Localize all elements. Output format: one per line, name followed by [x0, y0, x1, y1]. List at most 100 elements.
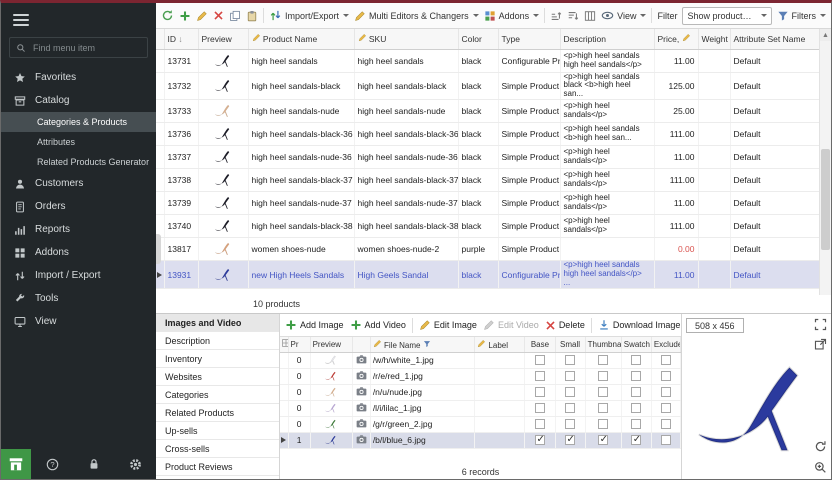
- tab-images-and-video[interactable]: Images and Video: [156, 314, 279, 332]
- small-checkbox[interactable]: [565, 419, 575, 429]
- exclude-checkbox[interactable]: [661, 355, 671, 365]
- column-header[interactable]: Thumbna: [585, 337, 621, 352]
- expand-icon[interactable]: [814, 318, 827, 331]
- sidebar-search-input[interactable]: [31, 42, 141, 54]
- zoom-icon[interactable]: [814, 461, 827, 474]
- base-checkbox[interactable]: [535, 403, 545, 413]
- small-checkbox[interactable]: [565, 371, 575, 381]
- column-header[interactable]: Product Name: [248, 29, 354, 49]
- copy-button[interactable]: [229, 10, 241, 22]
- column-header[interactable]: ID ↓: [164, 29, 198, 49]
- sidebar-item-related-products-generator[interactable]: Related Products Generator: [1, 152, 156, 172]
- scroll-up-arrow[interactable]: ▲: [820, 29, 831, 41]
- delete-product-button[interactable]: [213, 10, 224, 21]
- base-checkbox[interactable]: [535, 435, 545, 445]
- column-header[interactable]: Weight: [698, 29, 730, 49]
- vertical-scrollbar[interactable]: ▲: [819, 29, 831, 295]
- tab-categories[interactable]: Categories: [156, 386, 279, 404]
- download-image-button[interactable]: Download Image: [598, 319, 681, 331]
- column-header[interactable]: Swatch: [621, 337, 651, 352]
- sort-asc-button[interactable]: [550, 10, 562, 22]
- tab-related-products[interactable]: Related Products: [156, 404, 279, 422]
- delete-image-button[interactable]: Delete: [545, 320, 585, 331]
- image-row[interactable]: 1 /b/l/blue_6.jpg: [280, 432, 681, 448]
- image-row[interactable]: 0 /n/u/nude.jpg: [280, 384, 681, 400]
- tab-cross-sells[interactable]: Cross-sells: [156, 440, 279, 458]
- column-header[interactable]: File Name: [370, 337, 474, 352]
- sidebar-item-customers[interactable]: Customers: [1, 172, 156, 195]
- row-expander[interactable]: [156, 169, 164, 192]
- row-expander[interactable]: [156, 192, 164, 215]
- base-checkbox[interactable]: [535, 355, 545, 365]
- exclude-checkbox[interactable]: [661, 435, 671, 445]
- tab-up-sells[interactable]: Up-sells: [156, 422, 279, 440]
- gear-icon[interactable]: [129, 458, 142, 471]
- sidebar-item-favorites[interactable]: Favorites: [1, 66, 156, 89]
- row-expander[interactable]: [280, 368, 288, 384]
- row-expander[interactable]: [280, 352, 288, 368]
- column-header[interactable]: Type: [498, 29, 560, 49]
- column-header[interactable]: Label: [475, 337, 525, 352]
- sidebar-item-categories-products[interactable]: Categories & Products: [1, 112, 156, 132]
- thumbnail-checkbox[interactable]: [598, 355, 608, 365]
- sidebar-item-addons[interactable]: Addons: [1, 241, 156, 264]
- add-video-button[interactable]: Add Video: [350, 319, 406, 331]
- column-header[interactable]: [156, 29, 164, 49]
- sidebar-item-tools[interactable]: Tools: [1, 287, 156, 310]
- small-checkbox[interactable]: [565, 403, 575, 413]
- thumbnail-checkbox[interactable]: [598, 387, 608, 397]
- small-checkbox[interactable]: [565, 387, 575, 397]
- column-header[interactable]: Base: [525, 337, 555, 352]
- tab-inventory[interactable]: Inventory: [156, 350, 279, 368]
- sidebar-item-reports[interactable]: Reports: [1, 218, 156, 241]
- image-row[interactable]: 0 /g/r/green_2.jpg: [280, 416, 681, 432]
- tab-product-reviews[interactable]: Product Reviews: [156, 458, 279, 476]
- columns-button[interactable]: [584, 10, 596, 22]
- edit-product-button[interactable]: [196, 10, 208, 22]
- thumbnail-checkbox[interactable]: [598, 419, 608, 429]
- row-expander[interactable]: [280, 400, 288, 416]
- filters-menu[interactable]: Filters: [777, 10, 827, 22]
- category-filter-select[interactable]: Show products from selected categories: [682, 7, 771, 25]
- swatch-checkbox[interactable]: [631, 419, 641, 429]
- splitter-grip[interactable]: [156, 234, 161, 264]
- column-header[interactable]: [352, 337, 370, 352]
- column-header[interactable]: Pr: [288, 337, 310, 352]
- swatch-checkbox[interactable]: [631, 387, 641, 397]
- product-row[interactable]: 13738 high heel sandals-black-37high hee…: [156, 169, 819, 192]
- sidebar-item-view[interactable]: View: [1, 310, 156, 333]
- product-row[interactable]: 13731 high heel sandalshigh heel sandals…: [156, 49, 819, 72]
- sidebar-item-catalog[interactable]: Catalog: [1, 89, 156, 112]
- view-menu[interactable]: View: [601, 9, 646, 22]
- lock-icon[interactable]: [88, 458, 100, 470]
- sidebar-item-import-export[interactable]: Import / Export: [1, 264, 156, 287]
- thumbnail-checkbox[interactable]: [598, 403, 608, 413]
- addons-menu[interactable]: Addons: [484, 10, 540, 22]
- sidebar-item-orders[interactable]: Orders: [1, 195, 156, 218]
- column-header[interactable]: Preview: [310, 337, 352, 352]
- swatch-checkbox[interactable]: [631, 403, 641, 413]
- column-header[interactable]: Price,: [654, 29, 698, 49]
- help-icon[interactable]: ?: [46, 458, 59, 471]
- add-image-button[interactable]: Add Image: [285, 319, 344, 331]
- multi-editors-menu[interactable]: Multi Editors & Changers: [354, 10, 479, 22]
- column-header[interactable]: SKU: [354, 29, 458, 49]
- thumbnail-checkbox[interactable]: [598, 371, 608, 381]
- row-expander[interactable]: [156, 49, 164, 72]
- import-export-menu[interactable]: Import/Export: [269, 9, 349, 22]
- exclude-checkbox[interactable]: [661, 403, 671, 413]
- row-expander[interactable]: [156, 261, 164, 289]
- base-checkbox[interactable]: [535, 387, 545, 397]
- base-checkbox[interactable]: [535, 371, 545, 381]
- product-row[interactable]: 13736 high heel sandals-black-36high hee…: [156, 123, 819, 146]
- scrollbar-thumb[interactable]: [821, 149, 830, 250]
- column-header[interactable]: Description: [560, 29, 654, 49]
- paste-button[interactable]: [246, 10, 258, 22]
- image-row[interactable]: 0 /w/h/white_1.jpg: [280, 352, 681, 368]
- thumbnail-checkbox[interactable]: [598, 435, 608, 445]
- swatch-checkbox[interactable]: [631, 371, 641, 381]
- add-product-button[interactable]: [179, 10, 191, 22]
- row-expander[interactable]: [156, 100, 164, 123]
- refresh-button[interactable]: [161, 9, 174, 22]
- rotate-icon[interactable]: [814, 440, 827, 453]
